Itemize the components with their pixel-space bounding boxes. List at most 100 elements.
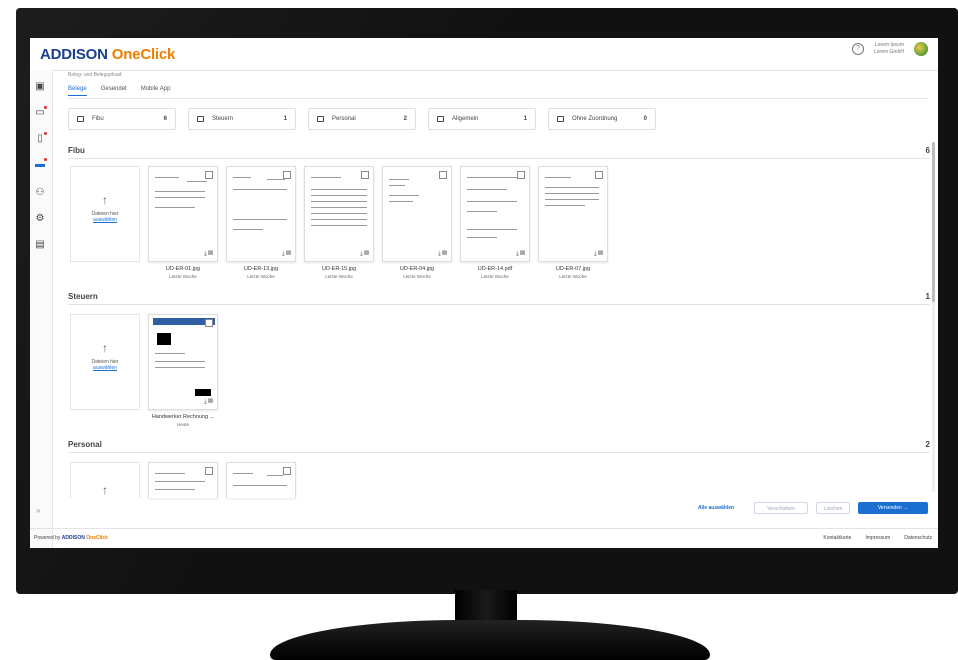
thumbnail-actions: ⤓ ▥ xyxy=(594,251,603,258)
category-steuern[interactable]: Steuern 1 xyxy=(188,108,296,130)
upload-select-link[interactable]: auswählen xyxy=(71,365,139,371)
document-upload-icon[interactable]: ▯ xyxy=(35,132,47,144)
file-name: UD-ER-07.jpg xyxy=(555,266,591,272)
footer-links: Kontaktkarte Impressum Datenschutz xyxy=(823,535,932,541)
file-date: Letzte Woche xyxy=(169,274,197,279)
folder-icon[interactable]: ▬ xyxy=(35,158,47,170)
app-screen: ADDISON OneClick ? Lorem Ipsum Lorem Gmb… xyxy=(30,38,938,548)
document-thumbnail[interactable]: ⤓ ▥ xyxy=(382,166,452,262)
send-button[interactable]: Versenden → xyxy=(858,502,928,514)
trash-icon[interactable]: ▥ xyxy=(364,251,369,257)
download-icon[interactable]: ⤓ xyxy=(438,251,441,257)
thumbnail-actions: ⤓ ▥ xyxy=(438,251,447,258)
upload-icon: ↑ xyxy=(102,193,108,207)
select-checkbox[interactable] xyxy=(283,467,291,475)
document-thumbnail[interactable]: ⤓ ▥ xyxy=(148,166,218,262)
file-name: UD-ER-01.jpg xyxy=(165,266,201,272)
top-bar: ADDISON OneClick ? Lorem Ipsum Lorem Gmb… xyxy=(30,38,938,71)
scrollbar-thumb[interactable] xyxy=(932,142,935,302)
upload-dropzone-steuern[interactable]: ↑ Dateien hier auswählen xyxy=(70,314,140,410)
vertical-scrollbar[interactable] xyxy=(932,142,935,492)
category-ohne-zuordnung[interactable]: Ohne Zuordnung 0 xyxy=(548,108,656,130)
document-thumbnail[interactable] xyxy=(148,462,218,498)
settings-icon[interactable]: ⚙ xyxy=(35,214,45,224)
upload-select-link[interactable]: auswählen xyxy=(71,217,139,223)
upload-icon: ↑ xyxy=(102,483,108,497)
document-thumbnail[interactable]: ⤓ ▥ xyxy=(460,166,530,262)
thumbnail-actions: ⤓ ▥ xyxy=(360,251,369,258)
footer-link-kontaktkarte[interactable]: Kontaktkarte xyxy=(823,535,851,541)
document-thumbnail[interactable]: ⤓ ▥ xyxy=(538,166,608,262)
help-icon[interactable]: ? xyxy=(851,43,864,55)
download-icon[interactable]: ⤓ xyxy=(204,399,207,405)
tab-mobile-app[interactable]: Mobile App xyxy=(141,86,171,96)
category-personal[interactable]: Personal 2 xyxy=(308,108,416,130)
trash-icon[interactable]: ▥ xyxy=(442,251,447,257)
file-date: Letzte Woche xyxy=(325,274,353,279)
thumbnail-actions: ⤓ ▥ xyxy=(516,251,525,258)
section-personal: Personal 2 xyxy=(68,440,930,453)
select-checkbox[interactable] xyxy=(439,171,447,179)
tab-gesendet[interactable]: Gesendet xyxy=(101,86,127,96)
upload-icon: ↑ xyxy=(102,341,108,355)
trash-icon[interactable]: ▥ xyxy=(598,251,603,257)
file-name: UD-ER-13.jpg xyxy=(243,266,279,272)
category-fibu[interactable]: Fibu 6 xyxy=(68,108,176,130)
users-icon[interactable]: ⚇ xyxy=(35,188,45,198)
thumbnail-actions: ⤓ ▥ xyxy=(204,251,213,258)
document-thumbnail[interactable]: ⤓ ▥ xyxy=(226,166,296,262)
download-icon[interactable]: ⤓ xyxy=(360,251,363,257)
file-date: Letzte Woche xyxy=(481,274,509,279)
action-bar: Alle auswählen Verschieben Löschen Verse… xyxy=(52,500,938,518)
footer-link-impressum[interactable]: Impressum xyxy=(865,535,890,541)
sidebar: ▣ ▭ ▯ ▬ ⚇ ⚙ ▤ » xyxy=(30,70,53,548)
select-checkbox[interactable] xyxy=(595,171,603,179)
file-date: Letzte Woche xyxy=(559,274,587,279)
upload-dropzone-fibu[interactable]: ↑ Dateien hier auswählen xyxy=(70,166,140,262)
trash-icon[interactable]: ▥ xyxy=(286,251,291,257)
delete-button[interactable]: Löschen xyxy=(816,502,850,514)
trash-icon[interactable]: ▥ xyxy=(520,251,525,257)
download-icon[interactable]: ⤓ xyxy=(204,251,207,257)
select-checkbox[interactable] xyxy=(205,467,213,475)
image-icon[interactable]: ▣ xyxy=(35,82,45,92)
main-content: Beleg- und Belegupload Belege Gesendet M… xyxy=(52,70,938,530)
archive-icon[interactable]: ▤ xyxy=(35,240,45,250)
monitor-stand-base xyxy=(270,620,710,660)
user-area: ? Lorem Ipsum Lorem GmbH xyxy=(851,42,928,56)
file-name: Handwerker Rechnung ... xyxy=(151,414,215,420)
download-icon[interactable]: ⤓ xyxy=(516,251,519,257)
file-name: UD-ER-04.jpg xyxy=(399,266,435,272)
footer-link-datenschutz[interactable]: Datenschutz xyxy=(904,535,932,541)
document-thumbnail[interactable] xyxy=(226,462,296,498)
select-all-button[interactable]: Alle auswählen xyxy=(688,502,744,514)
avatar[interactable] xyxy=(914,42,928,56)
trash-icon[interactable]: ▥ xyxy=(208,251,213,257)
move-button[interactable]: Verschieben xyxy=(754,502,808,514)
download-icon[interactable]: ⤓ xyxy=(594,251,597,257)
app-logo[interactable]: ADDISON OneClick xyxy=(40,46,175,63)
section-steuern: Steuern 1 xyxy=(68,292,930,305)
file-date: Letzte Woche xyxy=(247,274,275,279)
document-thumbnail[interactable]: ⤓ ▥ xyxy=(148,314,218,410)
select-checkbox[interactable] xyxy=(283,171,291,179)
select-checkbox[interactable] xyxy=(517,171,525,179)
document-thumbnail[interactable]: ⤓ ▥ xyxy=(304,166,374,262)
user-info[interactable]: Lorem Ipsum Lorem GmbH xyxy=(874,42,904,56)
select-checkbox[interactable] xyxy=(205,171,213,179)
folder-icon xyxy=(77,116,84,122)
tabs-divider xyxy=(68,98,928,99)
breadcrumb: Beleg- und Belegupload xyxy=(68,72,122,78)
download-icon[interactable]: ⤓ xyxy=(282,251,285,257)
category-allgemein[interactable]: Allgemein 1 xyxy=(428,108,536,130)
upload-dropzone-personal[interactable]: ↑ xyxy=(70,462,140,498)
tab-belege[interactable]: Belege xyxy=(68,86,87,96)
inbox-icon[interactable]: ▭ xyxy=(35,106,47,118)
folder-icon xyxy=(557,116,564,122)
file-name: UD-ER-14.pdf xyxy=(477,266,513,272)
trash-icon[interactable]: ▥ xyxy=(208,399,213,405)
select-checkbox[interactable] xyxy=(205,319,213,327)
select-checkbox[interactable] xyxy=(361,171,369,179)
sidebar-expand-icon[interactable]: » xyxy=(36,506,40,515)
file-date: Heute xyxy=(176,422,189,427)
